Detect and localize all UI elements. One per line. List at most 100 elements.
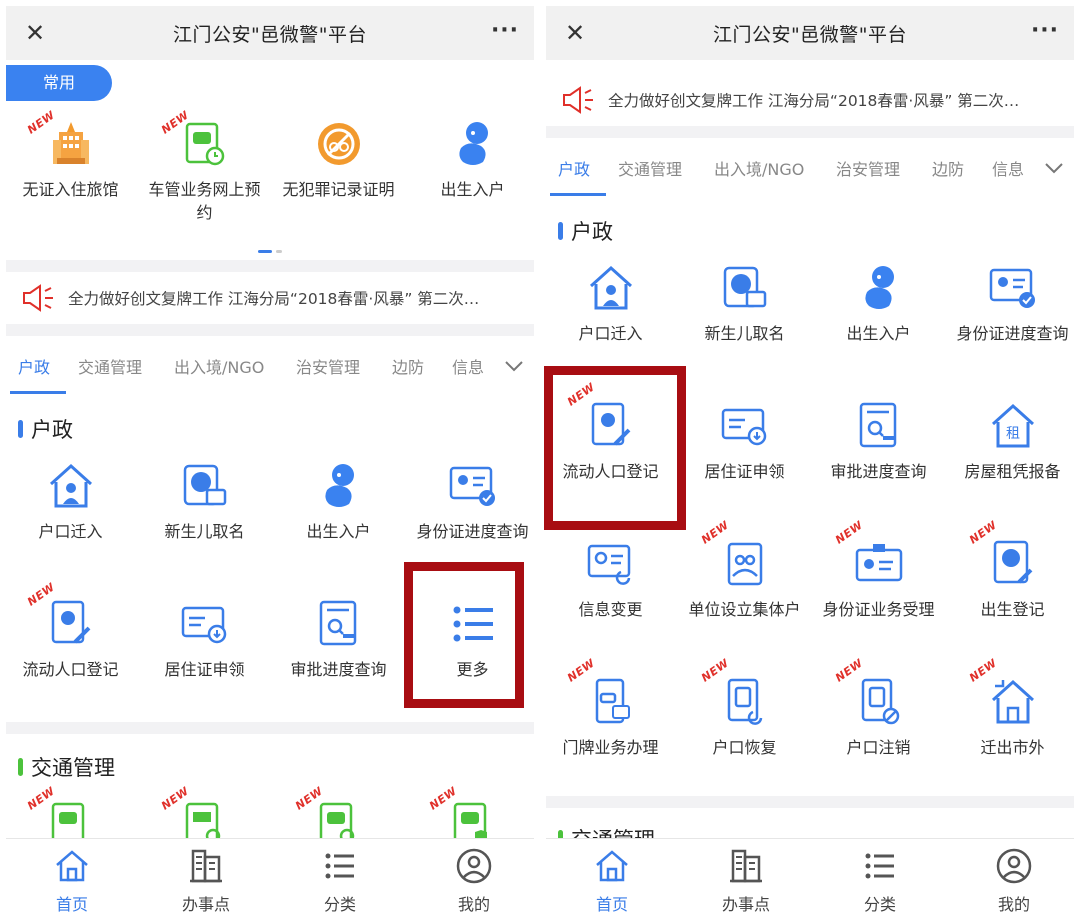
active-tab-indicator	[10, 391, 66, 394]
service-item-id-business[interactable]: NEW 身份证业务受理	[816, 518, 941, 621]
service-item-residence-permit[interactable]: 居住证申领	[682, 400, 807, 483]
common-item-car-appointment[interactable]: NEW 车管业务网上预约	[142, 108, 267, 224]
chevron-down-icon[interactable]	[1042, 158, 1066, 178]
tab-hukou[interactable]: 户政	[18, 354, 50, 378]
tab-info[interactable]: 信息	[452, 354, 484, 378]
floating-population-icon	[51, 600, 90, 644]
tab-label: 分类	[323, 895, 356, 914]
tab-exit-entry[interactable]: 出入境/NGO	[714, 156, 804, 180]
tab-traffic[interactable]: 交通管理	[618, 156, 682, 180]
notice-bar[interactable]: 全力做好创文复牌工作 江海分局“2018春雷·风暴” 第二次…	[546, 74, 1074, 126]
service-item-label: 新生儿取名	[704, 324, 785, 343]
user-icon	[456, 848, 492, 884]
hotel-icon	[52, 122, 89, 164]
service-item-label: 审批进度查询	[830, 462, 927, 481]
service-item-newborn-name[interactable]: 新生儿取名	[142, 460, 267, 543]
notice-bar[interactable]: 全力做好创文复牌工作 江海分局“2018春雷·风暴” 第二次…	[6, 272, 534, 324]
service-item-floating-population[interactable]: NEW 流动人口登记	[8, 580, 133, 681]
tab-border[interactable]: 边防	[932, 156, 964, 180]
tab-category[interactable]: 分类	[840, 847, 920, 915]
service-item-hukou-move-in[interactable]: 户口迁入	[548, 262, 673, 345]
service-item-info-change[interactable]: 信息变更	[548, 538, 673, 621]
baby-icon	[864, 266, 894, 309]
tab-hukou[interactable]: 户政	[558, 156, 590, 180]
more-options-icon[interactable]: ···	[1028, 16, 1062, 50]
common-tab-pill: 常用	[6, 65, 112, 101]
tab-label: 办事点	[721, 895, 770, 914]
tab-mine[interactable]: 我的	[974, 847, 1054, 915]
close-icon[interactable]: ✕	[18, 16, 52, 50]
service-item-hukou-move-in[interactable]: 户口迁入	[8, 460, 133, 543]
service-item-approval-progress[interactable]: 审批进度查询	[816, 400, 941, 483]
section-title: 交通管理	[31, 756, 115, 780]
service-item-label: 迁出市外	[980, 738, 1045, 757]
service-item-id-progress[interactable]: 身份证进度查询	[410, 460, 535, 543]
service-item-move-out[interactable]: NEW 迁出市外	[950, 656, 1075, 759]
service-item-label: 居住证申领	[704, 462, 785, 481]
service-item-collective-household[interactable]: NEW 单位设立集体户	[682, 518, 807, 621]
section-title: 户政	[571, 220, 613, 244]
service-item-label: 户口迁入	[38, 522, 103, 541]
home-icon	[56, 850, 88, 882]
megaphone-icon	[563, 86, 593, 114]
chevron-down-icon[interactable]	[502, 356, 526, 376]
car-appointment-icon	[185, 122, 224, 166]
tab-border[interactable]: 边防	[392, 354, 424, 378]
category-tabs: 户政 交通管理 出入境/NGO 治安管理 边防 信息	[6, 338, 534, 394]
service-item-label: 审批进度查询	[290, 660, 387, 679]
move-out-icon	[991, 679, 1034, 724]
close-icon[interactable]: ✕	[558, 16, 592, 50]
service-item-label: 出生入户	[846, 324, 911, 343]
tab-home[interactable]: 首页	[572, 847, 652, 915]
svg-text:租: 租	[1006, 426, 1020, 442]
navbar: ✕ 江门公安"邑微警"平台 ···	[6, 6, 534, 60]
tab-home[interactable]: 首页	[32, 847, 112, 915]
tab-category[interactable]: 分类	[300, 847, 380, 915]
tab-mine[interactable]: 我的	[434, 847, 514, 915]
residence-permit-icon	[181, 606, 226, 644]
megaphone-icon	[23, 284, 53, 312]
tab-public-security[interactable]: 治安管理	[296, 354, 360, 378]
home-icon	[596, 850, 628, 882]
notice-text: 全力做好创文复牌工作 江海分局“2018春雷·风暴” 第二次…	[608, 92, 1020, 110]
service-item-residence-permit[interactable]: 居住证申领	[142, 598, 267, 681]
service-item-label: 出生登记	[980, 600, 1045, 619]
common-item-no-crime[interactable]: 无犯罪记录证明	[276, 118, 401, 201]
tab-exit-entry[interactable]: 出入境/NGO	[174, 354, 264, 378]
left-screen: ✕ 江门公安"邑微警"平台 ··· 常用 NEW 无证入住旅馆 NEW 车管业务…	[0, 0, 540, 922]
no-crime-certificate-icon	[317, 123, 360, 165]
newborn-name-icon	[183, 464, 226, 506]
approval-progress-icon	[859, 402, 896, 448]
common-item-label: 无犯罪记录证明	[282, 180, 395, 199]
service-item-label: 户口迁入	[578, 324, 643, 343]
service-item-household-cancel[interactable]: NEW 户口注销	[816, 656, 941, 759]
more-options-icon[interactable]: ···	[488, 16, 522, 50]
service-item-label: 房屋租凭报备	[964, 462, 1061, 481]
tab-service-points[interactable]: 办事点	[166, 847, 246, 915]
service-item-newborn-name[interactable]: 新生儿取名	[682, 262, 807, 345]
service-item-label: 信息变更	[578, 600, 643, 619]
service-item-doorplate[interactable]: NEW 门牌业务办理	[548, 656, 673, 759]
service-item-house-rent[interactable]: 租 房屋租凭报备	[950, 400, 1075, 483]
household-restore-icon	[727, 678, 762, 725]
tab-public-security[interactable]: 治安管理	[836, 156, 900, 180]
common-item-label: 车管业务网上预约	[148, 180, 261, 222]
service-item-household-restore[interactable]: NEW 户口恢复	[682, 656, 807, 759]
service-item-label: 出生入户	[306, 522, 371, 541]
tab-info[interactable]: 信息	[992, 156, 1024, 180]
tab-label: 办事点	[181, 895, 230, 914]
service-item-id-progress[interactable]: 身份证进度查询	[950, 262, 1075, 345]
common-item-hotel[interactable]: NEW 无证入住旅馆	[8, 108, 133, 201]
service-item-birth-hukou[interactable]: 出生入户	[816, 262, 941, 345]
common-item-birth-hukou[interactable]: 出生入户	[410, 118, 535, 201]
house-rent-icon: 租	[991, 403, 1034, 448]
service-item-approval-progress[interactable]: 审批进度查询	[276, 598, 401, 681]
approval-progress-icon	[319, 600, 356, 646]
service-item-birth-register[interactable]: NEW 出生登记	[950, 518, 1075, 621]
tab-service-points[interactable]: 办事点	[706, 847, 786, 915]
tab-traffic[interactable]: 交通管理	[78, 354, 142, 378]
user-icon	[996, 848, 1032, 884]
common-item-label: 无证入住旅馆	[22, 180, 119, 199]
highlight-box	[544, 366, 686, 530]
service-item-birth-hukou[interactable]: 出生入户	[276, 460, 401, 543]
